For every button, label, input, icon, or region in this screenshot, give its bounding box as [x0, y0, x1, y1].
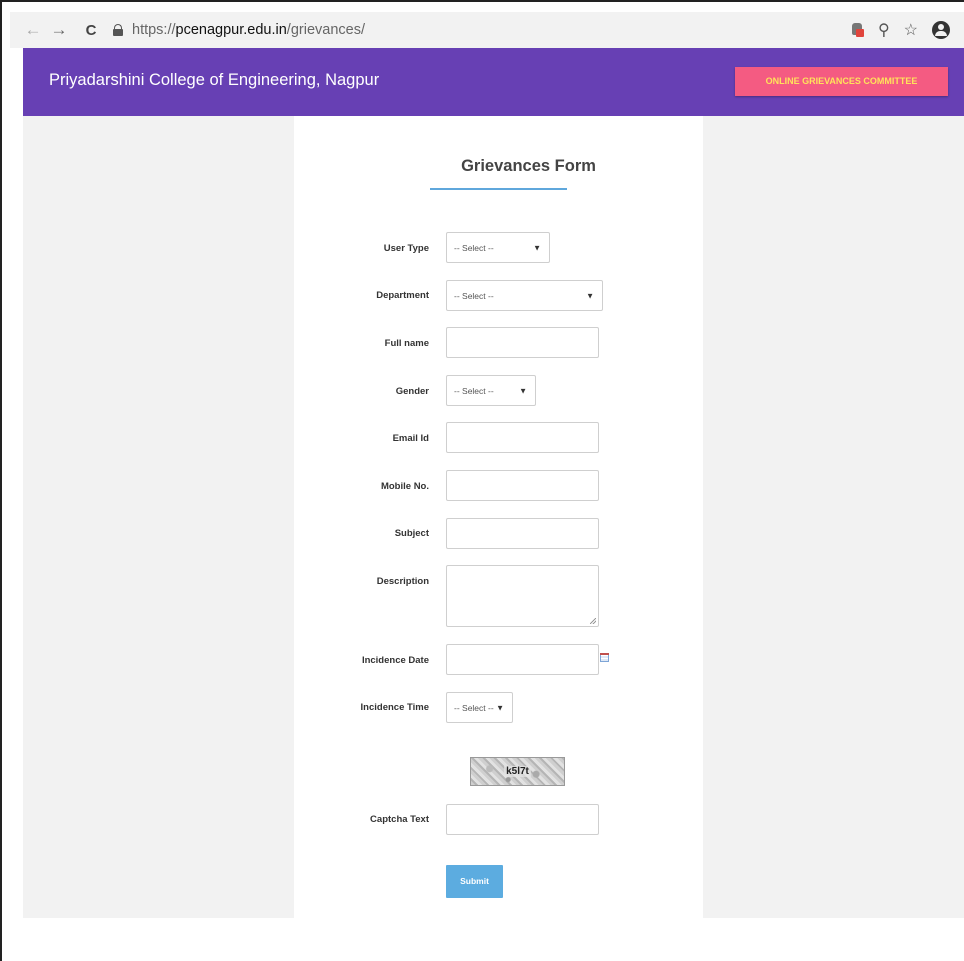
gender-select[interactable]: -- Select -- ▼ — [446, 375, 536, 406]
department-select[interactable]: -- Select -- ▼ — [446, 280, 603, 311]
zoom-icon[interactable]: ⚲ — [878, 20, 890, 40]
mobile-label: Mobile No. — [380, 481, 429, 492]
bookmark-star-icon[interactable]: ☆ — [904, 20, 918, 40]
resize-handle-icon[interactable] — [590, 618, 596, 624]
chevron-down-icon: ▼ — [519, 386, 527, 395]
mobile-input[interactable] — [446, 470, 599, 501]
gender-label: Gender — [395, 386, 429, 397]
subject-input[interactable] — [446, 518, 599, 549]
user-type-value: -- Select -- — [454, 242, 494, 253]
window-border-left — [0, 0, 2, 961]
incidence-time-select[interactable]: -- Select -- ▼ — [446, 692, 513, 723]
gender-value: -- Select -- — [454, 385, 494, 396]
incidence-date-input[interactable] — [446, 644, 599, 675]
description-label: Description — [376, 576, 429, 587]
address-bar[interactable]: https:// pcenagpur.edu.in /grievances/ — [112, 22, 365, 38]
captcha-text-label: Captcha Text — [370, 814, 429, 825]
window-border-top — [0, 0, 964, 2]
submit-button[interactable]: Submit — [446, 865, 503, 898]
full-name-label: Full name — [384, 338, 429, 349]
browser-toolbar: ← → C https:// pcenagpur.edu.in /grievan… — [10, 12, 964, 48]
site-header: Priyadarshini College of Engineering, Na… — [23, 48, 964, 116]
online-grievances-committee-button[interactable]: ONLINE GRIEVANCES COMMITTEE — [735, 67, 948, 96]
lock-icon — [112, 24, 124, 36]
email-input[interactable] — [446, 422, 599, 453]
captcha-text-input[interactable] — [446, 804, 599, 835]
title-underline — [430, 188, 567, 190]
form-title: Grievances Form — [461, 157, 596, 175]
back-icon[interactable]: ← — [22, 20, 44, 40]
chevron-down-icon: ▼ — [496, 703, 504, 712]
account-icon[interactable] — [932, 21, 950, 39]
department-value: -- Select -- — [454, 290, 494, 301]
url-prefix: https:// — [132, 22, 176, 38]
reload-icon[interactable]: C — [80, 22, 102, 39]
site-title[interactable]: Priyadarshini College of Engineering, Na… — [49, 71, 379, 90]
incidence-date-label: Incidence Date — [361, 655, 429, 666]
user-type-select[interactable]: -- Select -- ▼ — [446, 232, 550, 263]
incidence-time-value: -- Select -- — [454, 702, 494, 713]
incidence-time-label: Incidence Time — [360, 702, 429, 713]
full-name-input[interactable] — [446, 327, 599, 358]
calendar-icon[interactable] — [600, 653, 609, 662]
description-textarea[interactable] — [446, 565, 599, 627]
user-type-label: User Type — [383, 243, 429, 254]
forward-icon[interactable]: → — [48, 20, 70, 40]
subject-label: Subject — [394, 528, 429, 539]
left-panel — [23, 116, 294, 918]
chevron-down-icon: ▼ — [533, 243, 541, 252]
right-panel — [703, 116, 964, 918]
extension-icon[interactable] — [851, 23, 864, 37]
url-host: pcenagpur.edu.in — [175, 22, 287, 38]
email-label: Email Id — [392, 433, 429, 444]
url-path: /grievances/ — [286, 22, 365, 38]
captcha-image: k5l7t — [470, 757, 565, 786]
captcha-image-text: k5l7t — [504, 766, 531, 777]
chevron-down-icon: ▼ — [586, 291, 594, 300]
department-label: Department — [376, 290, 429, 301]
